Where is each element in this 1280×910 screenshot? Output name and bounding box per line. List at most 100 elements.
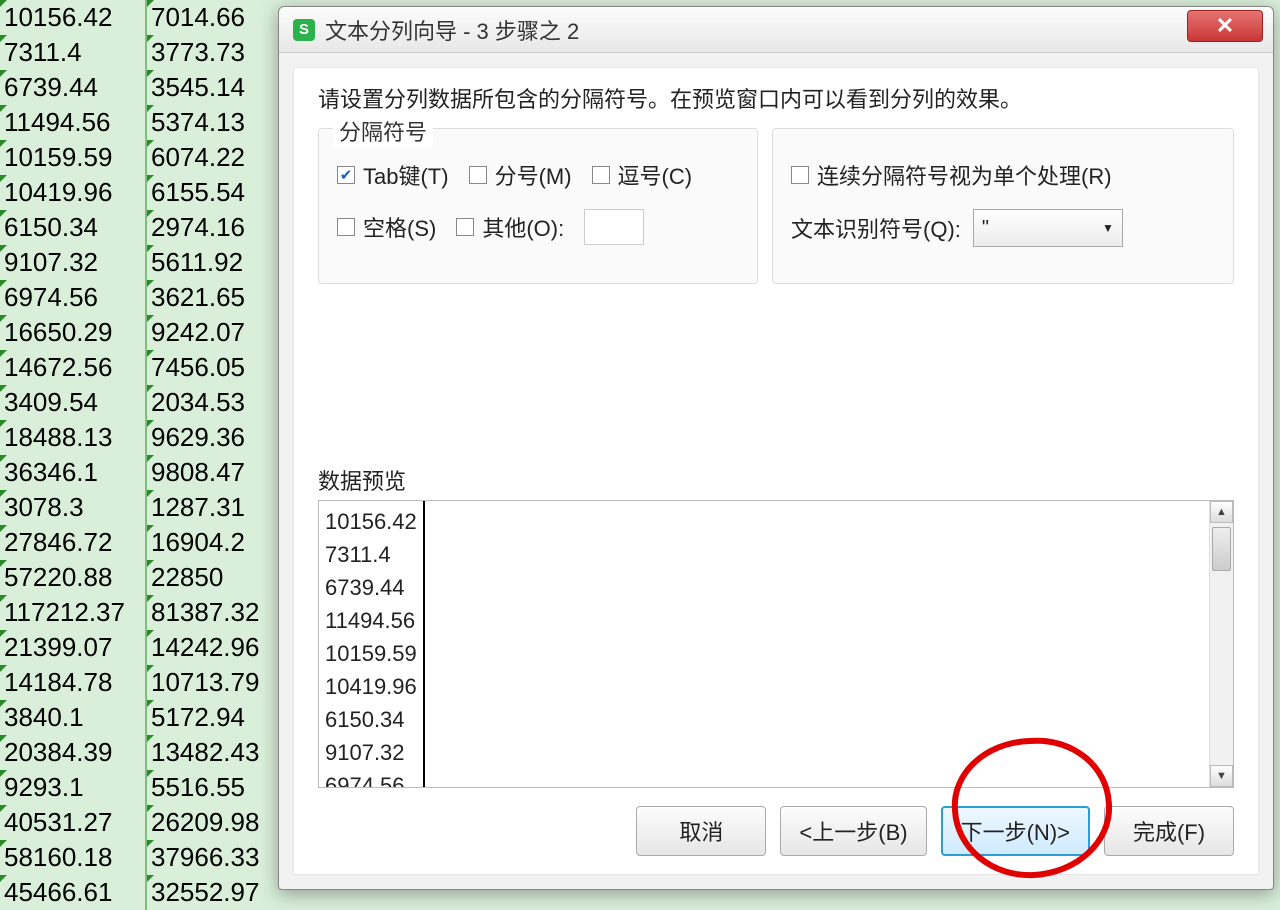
preview-column: 10156.427311.46739.4411494.5610159.59104… bbox=[319, 501, 425, 787]
preview-row: 6739.44 bbox=[325, 571, 417, 604]
preview-label: 数据预览 bbox=[318, 464, 1234, 496]
sheet-cell[interactable]: 14184.78 bbox=[0, 665, 145, 700]
sheet-cell[interactable]: 3621.65 bbox=[147, 280, 290, 315]
sheet-cell[interactable]: 3773.73 bbox=[147, 35, 290, 70]
close-icon: ✕ bbox=[1216, 13, 1234, 39]
sheet-cell[interactable]: 3840.1 bbox=[0, 700, 145, 735]
sheet-cell[interactable]: 6974.56 bbox=[0, 280, 145, 315]
sheet-cell[interactable]: 9107.32 bbox=[0, 245, 145, 280]
scroll-up-icon[interactable]: ▲ bbox=[1210, 501, 1233, 523]
sheet-cell[interactable]: 13482.43 bbox=[147, 735, 290, 770]
text-qualifier-combo[interactable]: " ▼ bbox=[973, 209, 1123, 247]
sheet-cell[interactable]: 14672.56 bbox=[0, 350, 145, 385]
checkbox-treat-consecutive[interactable]: 连续分隔符号视为单个处理(R) bbox=[791, 159, 1112, 191]
sheet-cell[interactable]: 6155.54 bbox=[147, 175, 290, 210]
preview-row: 6150.34 bbox=[325, 703, 417, 736]
preview-row: 10419.96 bbox=[325, 670, 417, 703]
titlebar: S 文本分列向导 - 3 步骤之 2 ✕ bbox=[279, 7, 1273, 53]
sheet-cell[interactable]: 3545.14 bbox=[147, 70, 290, 105]
preview-row: 6974.56 bbox=[325, 769, 417, 787]
sheet-cell[interactable]: 7456.05 bbox=[147, 350, 290, 385]
sheet-cell[interactable]: 37966.33 bbox=[147, 840, 290, 875]
sheet-cell[interactable]: 6150.34 bbox=[0, 210, 145, 245]
checkbox-space[interactable]: 空格(S) bbox=[337, 211, 436, 243]
cancel-button[interactable]: 取消 bbox=[636, 806, 766, 856]
sheet-cell[interactable]: 9629.36 bbox=[147, 420, 290, 455]
sheet-cell[interactable]: 10419.96 bbox=[0, 175, 145, 210]
sheet-cell[interactable]: 10713.79 bbox=[147, 665, 290, 700]
preview-row: 7311.4 bbox=[325, 538, 417, 571]
sheet-cell[interactable]: 36346.1 bbox=[0, 455, 145, 490]
checkbox-label: 其他(O): bbox=[482, 211, 564, 243]
dialog-body: 请设置分列数据所包含的分隔符号。在预览窗口内可以看到分列的效果。 分隔符号 ✔ … bbox=[293, 67, 1259, 875]
next-button[interactable]: 下一步(N)> bbox=[941, 806, 1090, 856]
scroll-down-icon[interactable]: ▼ bbox=[1210, 765, 1233, 787]
sheet-cell[interactable]: 26209.98 bbox=[147, 805, 290, 840]
sheet-cell[interactable]: 6739.44 bbox=[0, 70, 145, 105]
checkbox-box: ✔ bbox=[337, 166, 355, 184]
checkbox-box bbox=[337, 218, 355, 236]
sheet-cell[interactable]: 14242.96 bbox=[147, 630, 290, 665]
checkbox-label: 分号(M) bbox=[495, 159, 572, 191]
text-qualifier-label: 文本识别符号(Q): bbox=[791, 212, 961, 244]
sheet-cell[interactable]: 7311.4 bbox=[0, 35, 145, 70]
sheet-cell[interactable]: 45466.61 bbox=[0, 875, 145, 910]
sheet-cell[interactable]: 32552.97 bbox=[147, 875, 290, 910]
sheet-cell[interactable]: 5374.13 bbox=[147, 105, 290, 140]
sheet-cell[interactable]: 10159.59 bbox=[0, 140, 145, 175]
checkbox-label: Tab键(T) bbox=[363, 159, 449, 191]
sheet-cell[interactable]: 16650.29 bbox=[0, 315, 145, 350]
preview-scrollbar[interactable]: ▲ ▼ bbox=[1209, 501, 1233, 787]
close-button[interactable]: ✕ bbox=[1187, 10, 1263, 42]
sheet-cell[interactable]: 81387.32 bbox=[147, 595, 290, 630]
delimiter-group-title: 分隔符号 bbox=[333, 115, 433, 147]
checkbox-label: 空格(S) bbox=[363, 211, 436, 243]
sheet-cell[interactable]: 22850 bbox=[147, 560, 290, 595]
checkbox-box bbox=[592, 166, 610, 184]
checkbox-semicolon[interactable]: 分号(M) bbox=[469, 159, 572, 191]
checkbox-box bbox=[456, 218, 474, 236]
sheet-cell[interactable]: 9808.47 bbox=[147, 455, 290, 490]
app-icon: S bbox=[293, 19, 315, 41]
checkbox-other[interactable]: 其他(O): bbox=[456, 211, 564, 243]
sheet-cell[interactable]: 9293.1 bbox=[0, 770, 145, 805]
options-row: 分隔符号 ✔ Tab键(T) 分号(M) 逗号(C) bbox=[318, 128, 1234, 284]
sheet-cell[interactable]: 117212.37 bbox=[0, 595, 145, 630]
sheet-cell[interactable]: 11494.56 bbox=[0, 105, 145, 140]
sheet-cell[interactable]: 5611.92 bbox=[147, 245, 290, 280]
combo-value: " bbox=[982, 217, 989, 240]
sheet-cell[interactable]: 2974.16 bbox=[147, 210, 290, 245]
sheet-cell[interactable]: 5516.55 bbox=[147, 770, 290, 805]
checkbox-label: 逗号(C) bbox=[618, 159, 693, 191]
sheet-cell[interactable]: 1287.31 bbox=[147, 490, 290, 525]
back-button[interactable]: <上一步(B) bbox=[780, 806, 926, 856]
other-delimiter-input[interactable] bbox=[584, 209, 644, 245]
checkbox-box bbox=[791, 166, 809, 184]
preview-row: 9107.32 bbox=[325, 736, 417, 769]
sheet-cell[interactable]: 27846.72 bbox=[0, 525, 145, 560]
scroll-thumb[interactable] bbox=[1212, 527, 1231, 571]
qualifier-group: 连续分隔符号视为单个处理(R) 文本识别符号(Q): " ▼ bbox=[772, 128, 1234, 284]
sheet-cell[interactable]: 57220.88 bbox=[0, 560, 145, 595]
instruction-text: 请设置分列数据所包含的分隔符号。在预览窗口内可以看到分列的效果。 bbox=[318, 82, 1234, 114]
checkbox-comma[interactable]: 逗号(C) bbox=[592, 159, 693, 191]
sheet-cell[interactable]: 5172.94 bbox=[147, 700, 290, 735]
sheet-cell[interactable]: 20384.39 bbox=[0, 735, 145, 770]
sheet-cell[interactable]: 9242.07 bbox=[147, 315, 290, 350]
dialog-title: 文本分列向导 - 3 步骤之 2 bbox=[325, 14, 1187, 46]
sheet-cell[interactable]: 40531.27 bbox=[0, 805, 145, 840]
sheet-cell[interactable]: 2034.53 bbox=[147, 385, 290, 420]
checkbox-tab[interactable]: ✔ Tab键(T) bbox=[337, 159, 449, 191]
sheet-cell[interactable]: 7014.66 bbox=[147, 0, 290, 35]
sheet-cell[interactable]: 21399.07 bbox=[0, 630, 145, 665]
finish-button[interactable]: 完成(F) bbox=[1104, 806, 1234, 856]
sheet-cell[interactable]: 18488.13 bbox=[0, 420, 145, 455]
sheet-cell[interactable]: 3078.3 bbox=[0, 490, 145, 525]
sheet-cell[interactable]: 58160.18 bbox=[0, 840, 145, 875]
sheet-cell[interactable]: 10156.42 bbox=[0, 0, 145, 35]
sheet-cell[interactable]: 6074.22 bbox=[147, 140, 290, 175]
preview-row: 10156.42 bbox=[325, 505, 417, 538]
chevron-down-icon: ▼ bbox=[1102, 221, 1114, 235]
sheet-cell[interactable]: 3409.54 bbox=[0, 385, 145, 420]
sheet-cell[interactable]: 16904.2 bbox=[147, 525, 290, 560]
